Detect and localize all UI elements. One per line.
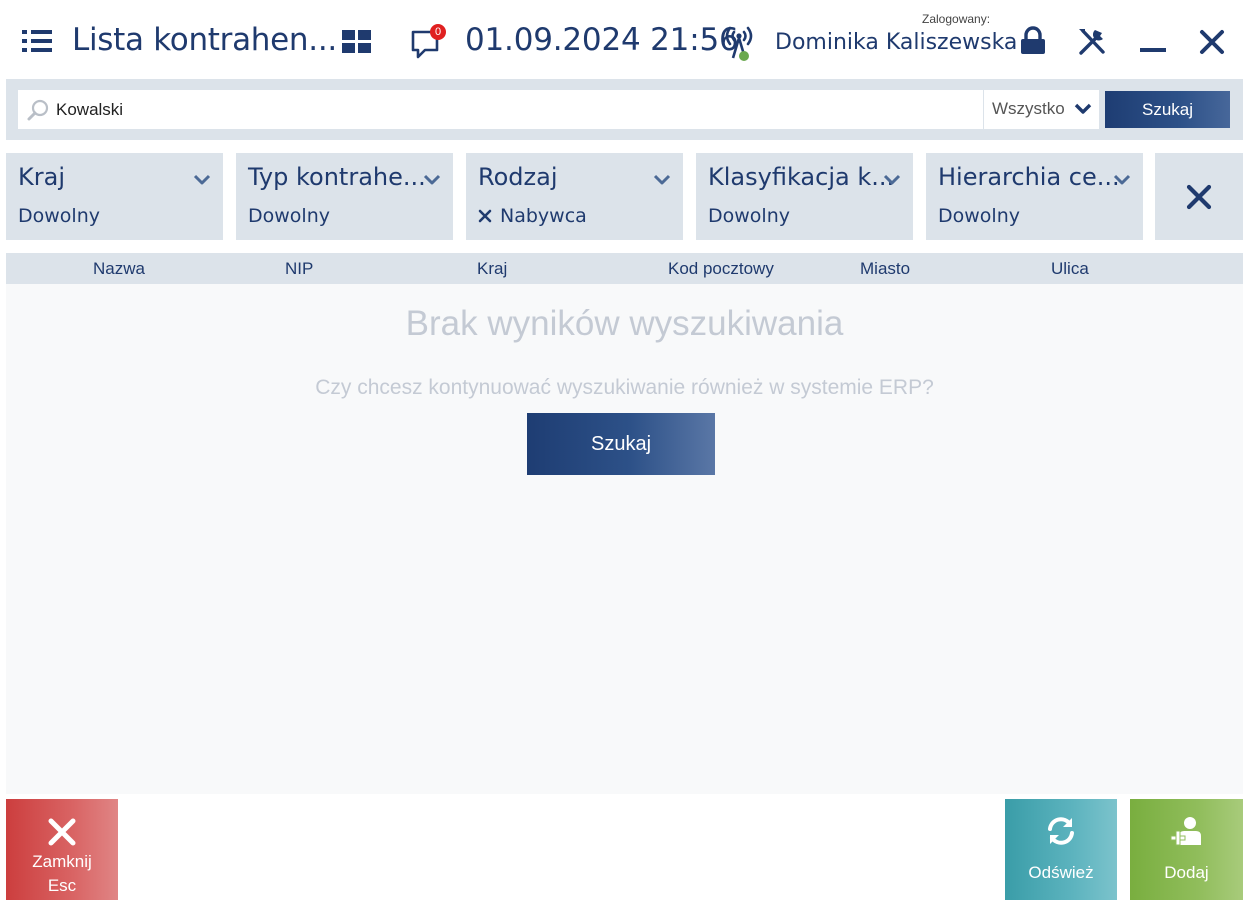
datetime: 01.09.2024 21:56 (465, 22, 739, 58)
filter-title: Typ kontrahe... (248, 163, 426, 191)
scope-select[interactable]: Wszystko (984, 90, 1099, 129)
search-icon (27, 99, 49, 121)
filter-title: Rodzaj (478, 163, 558, 191)
scope-label: Wszystko (992, 99, 1065, 118)
results-area: Brak wyników wyszukiwania Czy chcesz kon… (6, 284, 1243, 794)
column-header-postal-code[interactable]: Kod pocztowy (668, 259, 774, 279)
user-name: Dominika Kaliszewska (775, 30, 1018, 55)
chevron-down-icon (193, 174, 211, 185)
close-shortcut: Esc (47, 876, 77, 895)
table-header: Nazwa NIP Kraj Kod pocztowy Miasto Ulica (6, 253, 1243, 284)
filter-title: Klasyfikacja k... (708, 163, 895, 191)
chevron-down-icon (653, 174, 671, 185)
column-header-nip[interactable]: NIP (285, 259, 313, 279)
filter-title: Kraj (18, 163, 65, 191)
search-bar: Wszystko Szukaj (6, 79, 1243, 140)
filter-value: Dowolny (708, 205, 790, 227)
add-user-icon (1170, 817, 1201, 846)
search-field[interactable] (18, 90, 983, 129)
grid-icon[interactable] (342, 30, 372, 54)
filter-contractor-type[interactable]: Typ kontrahe... Dowolny (236, 153, 453, 240)
clear-filters-button[interactable] (1155, 153, 1243, 240)
add-button[interactable]: Dodaj (1130, 799, 1243, 900)
close-icon (48, 818, 76, 846)
filter-classification[interactable]: Klasyfikacja k... Dowolny (696, 153, 913, 240)
column-header-city[interactable]: Miasto (860, 259, 910, 279)
signal-icon (722, 24, 756, 62)
empty-state-question: Czy chcesz kontynuować wyszukiwanie równ… (315, 376, 934, 399)
notification-badge: 0 (430, 24, 446, 40)
chevron-down-icon (1074, 103, 1092, 114)
erp-search-button[interactable]: Szukaj (527, 413, 715, 475)
filter-value: Nabywca (478, 205, 587, 227)
refresh-button[interactable]: Odśwież (1005, 799, 1117, 900)
filter-title: Hierarchia ce... (938, 163, 1120, 191)
tools-icon[interactable] (1076, 26, 1108, 58)
filter-value-text: Nabywca (500, 205, 587, 227)
column-header-street[interactable]: Ulica (1051, 259, 1089, 279)
chevron-down-icon (883, 174, 901, 185)
close-button[interactable]: Zamknij Esc (6, 799, 118, 900)
lock-icon[interactable] (1018, 26, 1048, 56)
filter-value: Dowolny (938, 205, 1020, 227)
close-icon (1186, 184, 1212, 210)
logged-label: Zalogowany: (922, 12, 991, 26)
refresh-label: Odśwież (1028, 863, 1094, 882)
close-icon[interactable] (1198, 28, 1226, 56)
menu-icon[interactable] (22, 30, 52, 52)
header: Lista kontrahen... 0 01.09.2024 21:56 Za… (0, 0, 1249, 80)
add-label: Dodaj (1164, 863, 1209, 882)
filter-value: Dowolny (248, 205, 330, 227)
close-label: Zamknij (32, 852, 92, 871)
page-title: Lista kontrahen... (72, 22, 337, 58)
filter-price-hierarchy[interactable]: Hierarchia ce... Dowolny (926, 153, 1143, 240)
column-header-name[interactable]: Nazwa (93, 259, 145, 279)
chevron-down-icon (423, 174, 441, 185)
empty-state-title: Brak wyników wyszukiwania (405, 304, 844, 343)
remove-icon[interactable] (478, 209, 492, 223)
minimize-icon[interactable] (1140, 48, 1166, 52)
filter-kind[interactable]: Rodzaj Nabywca (466, 153, 683, 240)
filter-country[interactable]: Kraj Dowolny (6, 153, 223, 240)
column-header-country[interactable]: Kraj (477, 259, 507, 279)
refresh-icon (1048, 817, 1074, 845)
search-input[interactable] (56, 90, 976, 129)
chevron-down-icon (1113, 174, 1131, 185)
filter-value: Dowolny (18, 205, 100, 227)
search-button[interactable]: Szukaj (1105, 91, 1230, 128)
notifications-button[interactable]: 0 (410, 24, 446, 60)
